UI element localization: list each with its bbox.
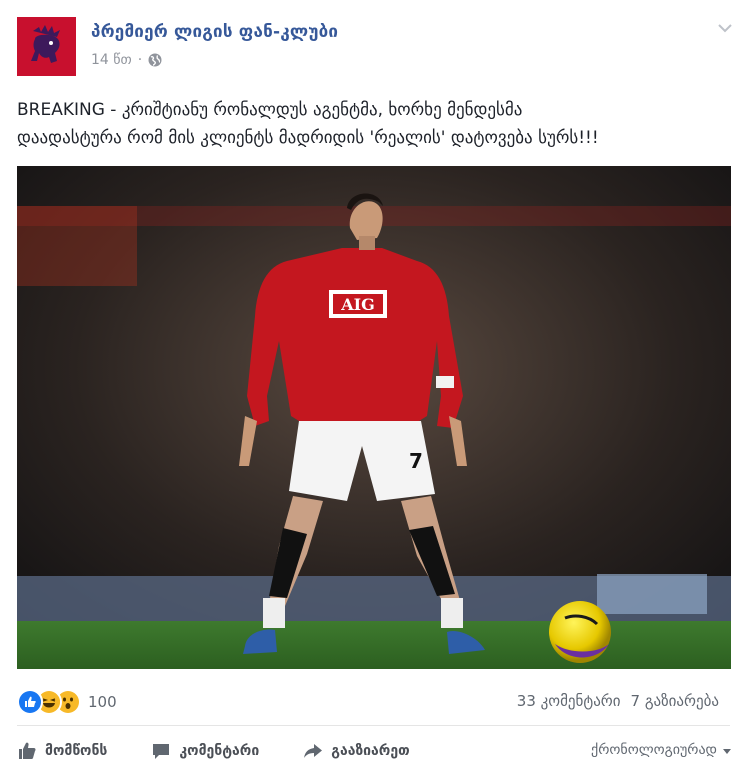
share-button[interactable]: გააზიარეთ — [303, 741, 410, 761]
caret-down-icon — [723, 748, 731, 754]
globe-icon[interactable] — [148, 53, 162, 67]
actions-divider — [17, 725, 730, 726]
post-stats: 33 კომენტარი 7 გაზიარება — [517, 692, 719, 710]
thumbs-up-icon — [19, 742, 36, 759]
footballer-photo: AIG 7 — [17, 166, 731, 669]
post-photo[interactable]: AIG 7 — [17, 166, 731, 669]
jersey-sponsor: AIG — [340, 295, 375, 314]
reactions-count: 100 — [88, 693, 117, 711]
post-time[interactable]: 14 წთ — [91, 52, 132, 68]
post-text: BREAKING - კრიშტიანუ რონალდუს აგენტმა, ხ… — [17, 96, 717, 152]
post-text-line-2: დაადასტურა რომ მის კლიენტს მადრიდის 'რეა… — [17, 128, 599, 148]
post-options-chevron-icon[interactable] — [715, 18, 735, 38]
comment-bubble-icon — [153, 744, 170, 759]
sort-label: ქრონოლოგიურად — [591, 742, 717, 758]
post-text-line-1: BREAKING - კრიშტიანუ რონალდუს აგენტმა, ხ… — [17, 100, 523, 120]
meta-separator: · — [137, 52, 143, 68]
shares-count-link[interactable]: 7 გაზიარება — [631, 692, 719, 710]
post-actions: მომწონს კომენტარი გააზიარეთ — [17, 737, 454, 765]
post-meta: 14 წთ · — [91, 52, 162, 68]
shorts-number: 7 — [409, 449, 423, 473]
page-avatar[interactable] — [17, 17, 76, 76]
like-label: მომწონს — [45, 743, 108, 759]
share-arrow-icon — [304, 744, 323, 758]
page-name-link[interactable]: პრემიერ ლიგის ფან-კლუბი — [91, 22, 338, 42]
comment-button[interactable]: კომენტარი — [151, 741, 259, 761]
like-icon — [17, 689, 43, 715]
comments-count-link[interactable]: 33 კომენტარი — [517, 692, 621, 710]
share-label: გააზიარეთ — [331, 743, 410, 759]
reactions-summary[interactable]: 100 — [17, 689, 117, 715]
premier-league-lion-logo — [17, 17, 76, 76]
comment-label: კომენტარი — [179, 743, 260, 759]
comment-sort-dropdown[interactable]: ქრონოლოგიურად — [591, 742, 731, 758]
like-button[interactable]: მომწონს — [17, 741, 107, 761]
